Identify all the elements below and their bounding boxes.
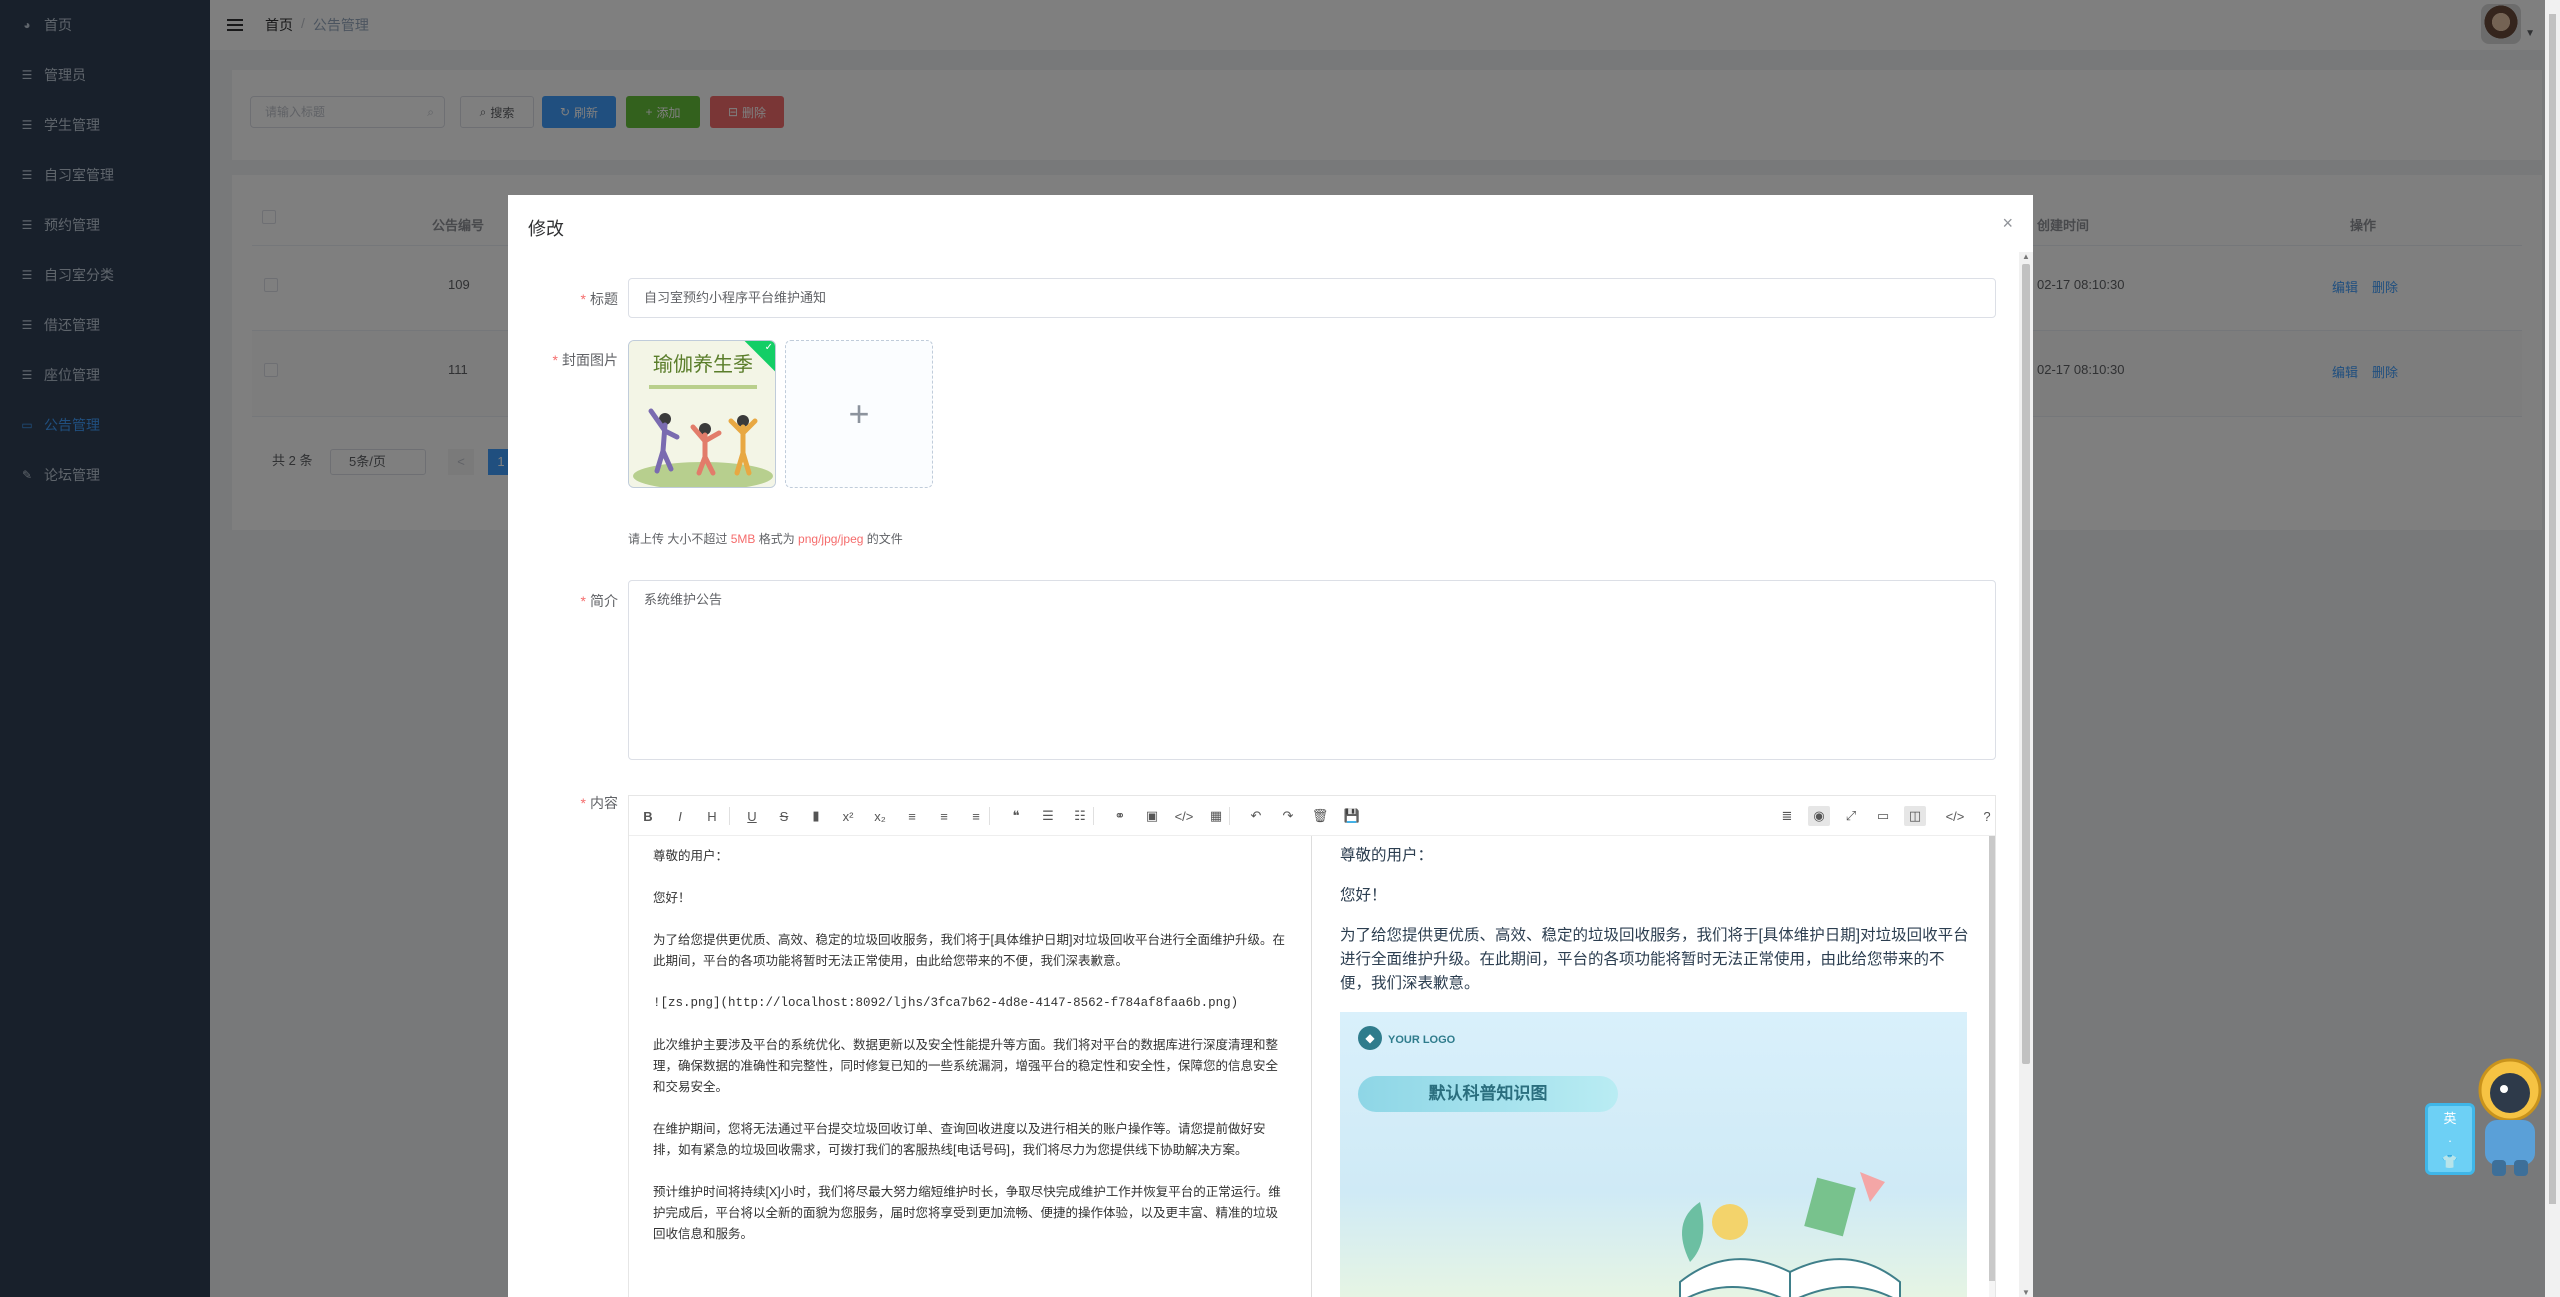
upload-tip-suffix: 的文件 <box>863 532 903 546</box>
navigation-icon[interactable]: ≣ <box>1776 806 1798 826</box>
align-right-icon[interactable]: ≡ <box>965 806 987 826</box>
preview-toggle-icon[interactable]: ◉ <box>1808 806 1830 826</box>
markdown-source-pane[interactable]: 尊敬的用户： 您好！ 为了给您提供更优质、高效、稳定的垃圾回收服务，我们将于[具体维… <box>629 836 1311 1297</box>
logo-icon: ◆ <box>1358 1026 1382 1050</box>
toolbar-separator <box>1093 807 1094 825</box>
upload-tip-format: png/jpg/jpeg <box>798 532 864 546</box>
heading-icon[interactable]: H <box>701 806 723 826</box>
cover-image-thumbnail[interactable]: 瑜伽养生季 ✓ <box>628 340 776 488</box>
ordered-list-icon[interactable]: ☰ <box>1037 806 1059 826</box>
summary-textarea[interactable]: 系统维护公告 <box>628 580 1996 760</box>
save-icon[interactable]: 💾 <box>1341 806 1363 826</box>
unordered-list-icon[interactable]: ☷ <box>1069 806 1091 826</box>
link-icon[interactable]: ⚭ <box>1109 806 1131 826</box>
fullscreen-icon[interactable]: ⤢ <box>1840 806 1862 826</box>
read-mode-icon[interactable]: ▭ <box>1872 806 1894 826</box>
html-code-icon[interactable]: </> <box>1944 806 1966 826</box>
help-icon[interactable]: ? <box>1976 806 1998 826</box>
markdown-editor: B I H U S ▮ x² x₂ ≡ ≡ ≡ ❝ ☰ ☷ ⚭ ▣ </> ▦ ↶ ↷ 🗑 💾 ≣ ◉ ⤢ ▭ ◫ </>? 尊敬的用… <box>628 795 1996 1297</box>
upload-tip: 请上传 大小不超过 5MB 格式为 png/jpg/jpeg 的文件 <box>628 530 903 547</box>
upload-tip-format-prefix: 格式为 <box>755 532 799 546</box>
title-label: * 标题 <box>580 291 618 307</box>
scroll-down-icon[interactable]: ▼ <box>2022 1288 2030 1297</box>
open-book-illustration <box>1679 1172 1901 1297</box>
widget-glyph: 英 <box>2443 1111 2457 1126</box>
summary-label: * 简介 <box>580 593 618 609</box>
upload-add-button[interactable]: + <box>785 340 933 488</box>
scrollbar-thumb[interactable] <box>2022 264 2030 1064</box>
toolbar-separator <box>1229 807 1230 825</box>
trash-icon[interactable]: 🗑 <box>1309 806 1331 826</box>
preview-logo-text: YOUR LOGO <box>1388 1034 1456 1046</box>
table-icon[interactable]: ▦ <box>1205 806 1227 826</box>
code-icon[interactable]: </> <box>1173 806 1195 826</box>
upload-tip-size: 5MB <box>730 532 756 546</box>
astronaut-mascot-icon[interactable] <box>2470 1055 2550 1180</box>
superscript-icon[interactable]: x² <box>837 806 859 826</box>
source-paragraph: 此次维护主要涉及平台的系统优化、数据更新以及安全性能提升等方面。我们将对平台的数… <box>653 1038 1279 1094</box>
title-input-value: 自习室预约小程序平台维护通知 <box>644 290 827 305</box>
source-paragraph: 在维护期间，您将无法通过平台提交垃圾回收订单、查询回收进度以及进行相关的账户操作… <box>653 1122 1266 1157</box>
preview-banner: 默认科普知识图 <box>1358 1076 1618 1112</box>
content-label: * 内容 <box>580 795 618 811</box>
markdown-preview-pane: 尊敬的用户： 您好！ 为了给您提供更优质、高效、稳定的垃圾回收服务，我们将于[具体维… <box>1312 836 1997 1297</box>
toolbar-separator <box>989 807 990 825</box>
source-paragraph: ![zs.png](http://localhost:8092/ljhs/3fc… <box>653 996 1239 1010</box>
cover-image-title: 瑜伽养生季 <box>653 353 753 376</box>
source-paragraph: 预计维护时间将持续[X]小时，我们将尽最大努力缩短维护时长，争取尽快完成维护工作… <box>653 1185 1281 1241</box>
redo-icon[interactable]: ↷ <box>1277 806 1299 826</box>
preview-paragraph: 为了给您提供更优质、高效、稳定的垃圾回收服务，我们将于[具体维护日期]对垃圾回收… <box>1340 927 1969 992</box>
quote-icon[interactable]: ❝ <box>1005 806 1027 826</box>
align-center-icon[interactable]: ≡ <box>933 806 955 826</box>
source-paragraph: 尊敬的用户： <box>653 849 729 863</box>
dialog-title: 修改 <box>528 219 564 239</box>
title-label-text: 标题 <box>590 291 618 307</box>
italic-icon[interactable]: I <box>669 806 691 826</box>
toolbar-separator <box>729 807 730 825</box>
close-icon[interactable]: × <box>2002 213 2013 234</box>
subscript-icon[interactable]: x₂ <box>869 806 891 826</box>
preview-paragraph: 尊敬的用户： <box>1340 847 1434 864</box>
subfield-icon[interactable]: ◫ <box>1904 806 1926 826</box>
yoga-cover-illustration: 瑜伽养生季 <box>629 341 775 487</box>
scroll-up-icon[interactable]: ▲ <box>2022 252 2030 261</box>
input-method-tab[interactable]: 英 · 👕 <box>2425 1103 2475 1175</box>
floating-assistant-widget[interactable]: 英 · 👕 <box>2425 1055 2560 1185</box>
cover-label-text: 封面图片 <box>562 352 618 368</box>
title-input[interactable]: 自习室预约小程序平台维护通知 <box>628 278 1996 318</box>
summary-label-text: 简介 <box>590 593 618 609</box>
upload-tip-prefix: 请上传 <box>628 532 665 546</box>
page-scrollbar-thumb[interactable] <box>2549 14 2556 1204</box>
summary-textarea-value: 系统维护公告 <box>644 592 723 607</box>
widget-glyph: · <box>2447 1133 2453 1148</box>
underline-icon[interactable]: U <box>741 806 763 826</box>
widget-glyph: 👕 <box>2441 1154 2459 1169</box>
bold-icon[interactable]: B <box>637 806 659 826</box>
image-icon[interactable]: ▣ <box>1141 806 1163 826</box>
source-paragraph: 您好！ <box>653 891 691 905</box>
editor-toolbar: B I H U S ▮ x² x₂ ≡ ≡ ≡ ❝ ☰ ☷ ⚭ ▣ </> ▦ ↶ ↷ 🗑 💾 ≣ ◉ ⤢ ▭ ◫ </>? <box>629 796 1995 836</box>
dialog-scrollbar[interactable]: ▲ ▼ <box>2019 252 2033 1297</box>
strikethrough-icon[interactable]: S <box>773 806 795 826</box>
plus-icon: + <box>848 393 870 434</box>
preview-paragraph: 您好！ <box>1340 887 1387 904</box>
source-paragraph: 为了给您提供更优质、高效、稳定的垃圾回收服务，我们将于[具体维护日期]对垃圾回收… <box>653 933 1285 968</box>
upload-tip-size-prefix: 大小不超过 <box>664 532 731 546</box>
cover-label: * 封面图片 <box>552 352 618 368</box>
edit-dialog: 修改 × * 标题 自习室预约小程序平台维护通知 * 封面图片 瑜伽养生季 ✓ + … <box>508 195 2033 1297</box>
preview-scrollbar[interactable] <box>1989 836 1995 1297</box>
preview-image: ◆ YOUR LOGO 默认科普知识图 <box>1340 1012 1967 1297</box>
check-icon: ✓ <box>764 341 773 353</box>
mark-icon[interactable]: ▮ <box>805 806 827 826</box>
align-left-icon[interactable]: ≡ <box>901 806 923 826</box>
undo-icon[interactable]: ↶ <box>1245 806 1267 826</box>
content-label-text: 内容 <box>590 795 618 811</box>
